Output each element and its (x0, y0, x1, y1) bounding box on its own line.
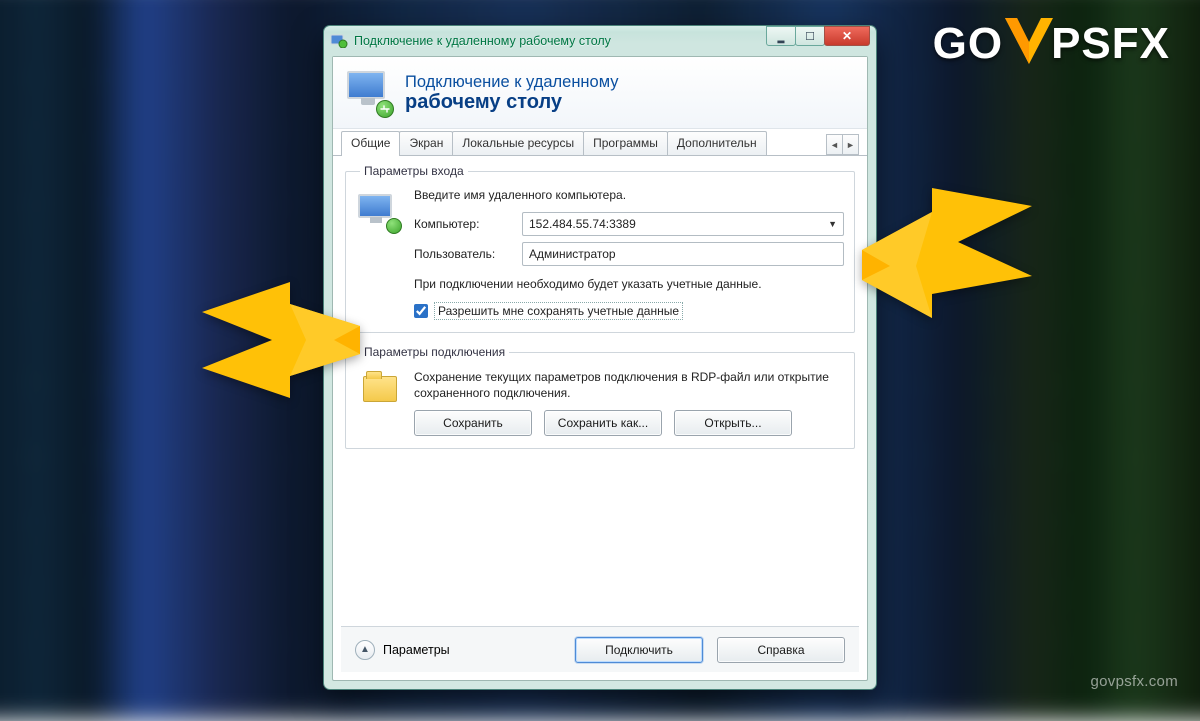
title-bar[interactable]: Подключение к удаленному рабочему столу (324, 26, 876, 56)
credentials-note: При подключении необходимо будет указать… (414, 276, 844, 292)
chevron-down-icon: ▼ (828, 219, 837, 229)
brand-text-right: PSFX (1051, 19, 1170, 69)
folder-icon (356, 369, 404, 409)
window-title: Подключение к удаленному рабочему столу (354, 34, 611, 48)
tab-scroll-left[interactable]: ◄ (826, 134, 843, 155)
dialog-footer: ▲ Параметры Подключить Справка (341, 626, 859, 672)
brand-v-icon (1005, 18, 1053, 70)
tab-strip: Общие Экран Локальные ресурсы Программы … (333, 129, 867, 156)
rdp-dialog-window: Подключение к удаленному рабочему столу … (323, 25, 877, 690)
rdp-monitor-icon (343, 67, 395, 119)
tab-local-res[interactable]: Локальные ресурсы (452, 131, 584, 155)
header-banner: Подключение к удаленному рабочему столу (333, 57, 867, 129)
maximize-button[interactable] (795, 26, 825, 46)
save-credentials-label[interactable]: Разрешить мне сохранять учетные данные (434, 302, 683, 320)
save-button[interactable]: Сохранить (414, 410, 532, 436)
close-button[interactable] (824, 26, 870, 46)
collapse-options-button[interactable]: ▲ (355, 640, 375, 660)
login-params-group: Параметры входа Введите имя удаленного к… (345, 164, 855, 333)
user-field[interactable]: Администратор (522, 242, 844, 266)
tab-general[interactable]: Общие (341, 131, 400, 156)
save-as-button[interactable]: Сохранить как... (544, 410, 662, 436)
computer-label: Компьютер: (414, 217, 522, 231)
brand-logo: GO PSFX (933, 18, 1170, 70)
user-value: Администратор (529, 247, 616, 261)
open-button[interactable]: Открыть... (674, 410, 792, 436)
user-label: Пользователь: (414, 247, 522, 261)
connect-button[interactable]: Подключить (575, 637, 703, 663)
login-legend: Параметры входа (360, 164, 468, 178)
watermark-text: govpsfx.com (1091, 673, 1179, 690)
computer-value: 152.484.55.74:3389 (529, 217, 636, 231)
tab-programs[interactable]: Программы (583, 131, 668, 155)
header-line1: Подключение к удаленному (405, 73, 619, 92)
options-label[interactable]: Параметры (383, 643, 450, 657)
tab-advanced[interactable]: Дополнительн (667, 131, 767, 155)
client-area: Подключение к удаленному рабочему столу … (332, 56, 868, 681)
header-line2: рабочему столу (405, 92, 619, 113)
connection-params-group: Параметры подключения Сохранение текущих… (345, 345, 855, 448)
chevron-up-icon: ▲ (360, 644, 370, 655)
tab-scroll-right[interactable]: ► (842, 134, 859, 155)
tab-display[interactable]: Экран (399, 131, 453, 155)
login-hint: Введите имя удаленного компьютера. (414, 188, 844, 202)
login-monitor-icon (356, 188, 404, 234)
help-button[interactable]: Справка (717, 637, 845, 663)
tab-body: Параметры входа Введите имя удаленного к… (333, 156, 867, 471)
app-icon (330, 34, 348, 48)
minimize-button[interactable] (766, 26, 796, 46)
connection-desc: Сохранение текущих параметров подключени… (414, 369, 844, 401)
computer-combobox[interactable]: 152.484.55.74:3389 ▼ (522, 212, 844, 236)
save-credentials-checkbox[interactable] (414, 304, 428, 318)
connection-legend: Параметры подключения (360, 345, 509, 359)
brand-text-left: GO (933, 19, 1003, 69)
